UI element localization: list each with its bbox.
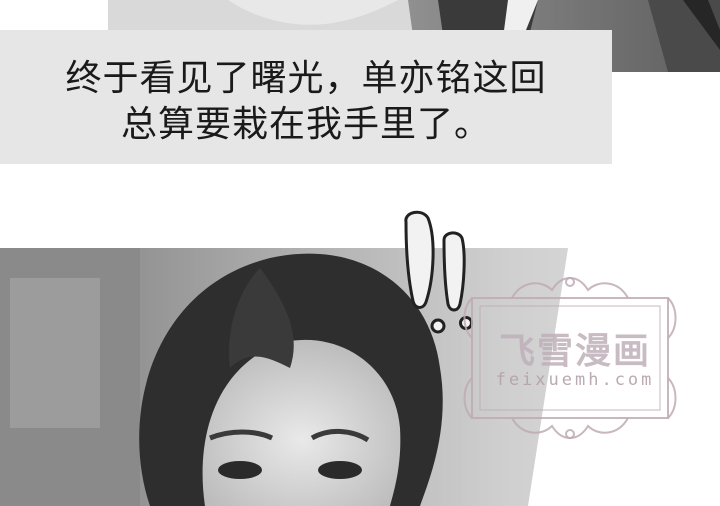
caption-line-2: 总算要栽在我手里了。 xyxy=(120,104,491,145)
caption-text: 终于看见了曙光，单亦铭这回 总算要栽在我手里了。 xyxy=(0,56,612,148)
watermark-site: feixuemh.com xyxy=(495,370,655,390)
watermark-name: 飞雪漫画 xyxy=(498,331,651,372)
caption-line-1: 终于看见了曙光，单亦铭这回 xyxy=(65,58,547,99)
exclamation-sfx-icon xyxy=(404,210,473,334)
